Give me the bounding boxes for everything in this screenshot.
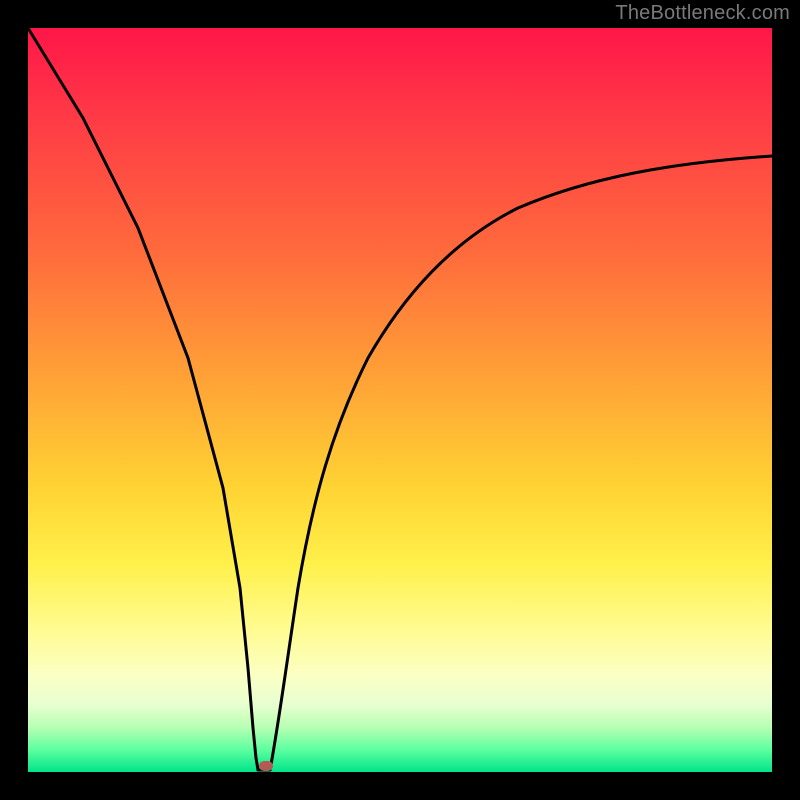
chart-frame: TheBottleneck.com <box>0 0 800 800</box>
curve-left-branch <box>28 28 258 770</box>
bottleneck-curve <box>28 28 772 772</box>
trough-marker <box>259 761 273 771</box>
watermark-text: TheBottleneck.com <box>615 2 790 25</box>
plot-area <box>28 28 772 772</box>
curve-right-branch <box>270 156 772 770</box>
